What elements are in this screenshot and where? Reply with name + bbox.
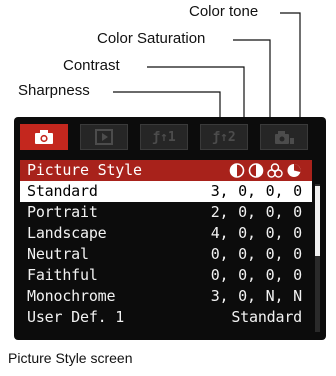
style-values: 4, 0, 0, 0: [210, 224, 303, 242]
style-name: Faithful: [27, 266, 98, 284]
style-row-monochrome[interactable]: Monochrome 3, 0, N, N: [20, 286, 312, 307]
style-name: Monochrome: [27, 287, 116, 305]
style-row-user-def-1[interactable]: User Def. 1 Standard: [20, 307, 312, 328]
saturation-icon: [267, 163, 283, 178]
picture-style-list: Picture Style Standard 3, 0, 0, 0 Portra…: [20, 160, 312, 328]
style-values: Standard: [231, 308, 302, 326]
style-values: 3, 0, N, N: [210, 287, 303, 305]
style-values: 3, 0, 0, 0: [210, 182, 303, 200]
list-scrollbar[interactable]: [315, 184, 320, 332]
style-values: 0, 0, 0, 0: [210, 266, 303, 284]
camera-menu-screen: ƒ↑1 ƒ↑2 Picture Style Standard 3, 0, 0, …: [14, 117, 326, 340]
tab-setup-1[interactable]: ƒ↑1: [140, 124, 188, 150]
contrast-icon: [248, 163, 264, 178]
setup1-icon: ƒ↑1: [152, 129, 176, 145]
style-row-portrait[interactable]: Portrait 2, 0, 0, 0: [20, 202, 312, 223]
style-row-standard[interactable]: Standard 3, 0, 0, 0: [20, 181, 312, 202]
sharpness-icon: [229, 163, 245, 178]
tab-playback[interactable]: [80, 124, 128, 150]
parameter-icons: [229, 163, 302, 178]
header-label: Picture Style: [27, 161, 142, 179]
figure-caption: Picture Style screen: [8, 350, 133, 366]
scrollbar-thumb[interactable]: [315, 186, 320, 256]
style-name: Neutral: [27, 245, 89, 263]
style-row-neutral[interactable]: Neutral 0, 0, 0, 0: [20, 244, 312, 265]
style-name: User Def. 1: [27, 308, 125, 326]
tab-custom[interactable]: [260, 124, 308, 150]
style-values: 0, 0, 0, 0: [210, 245, 303, 263]
style-name: Portrait: [27, 203, 98, 221]
tab-setup-2[interactable]: ƒ↑2: [200, 124, 248, 150]
picture-style-header: Picture Style: [20, 160, 312, 181]
setup2-icon: ƒ↑2: [212, 129, 236, 145]
style-row-landscape[interactable]: Landscape 4, 0, 0, 0: [20, 223, 312, 244]
custom-icon: [275, 131, 294, 144]
style-name: Landscape: [27, 224, 107, 242]
color-tone-icon: [286, 163, 302, 178]
tab-shooting[interactable]: [20, 124, 68, 150]
style-values: 2, 0, 0, 0: [210, 203, 303, 221]
style-row-faithful[interactable]: Faithful 0, 0, 0, 0: [20, 265, 312, 286]
playback-icon: [95, 129, 113, 145]
camera-icon: [35, 130, 53, 144]
style-name: Standard: [27, 182, 98, 200]
